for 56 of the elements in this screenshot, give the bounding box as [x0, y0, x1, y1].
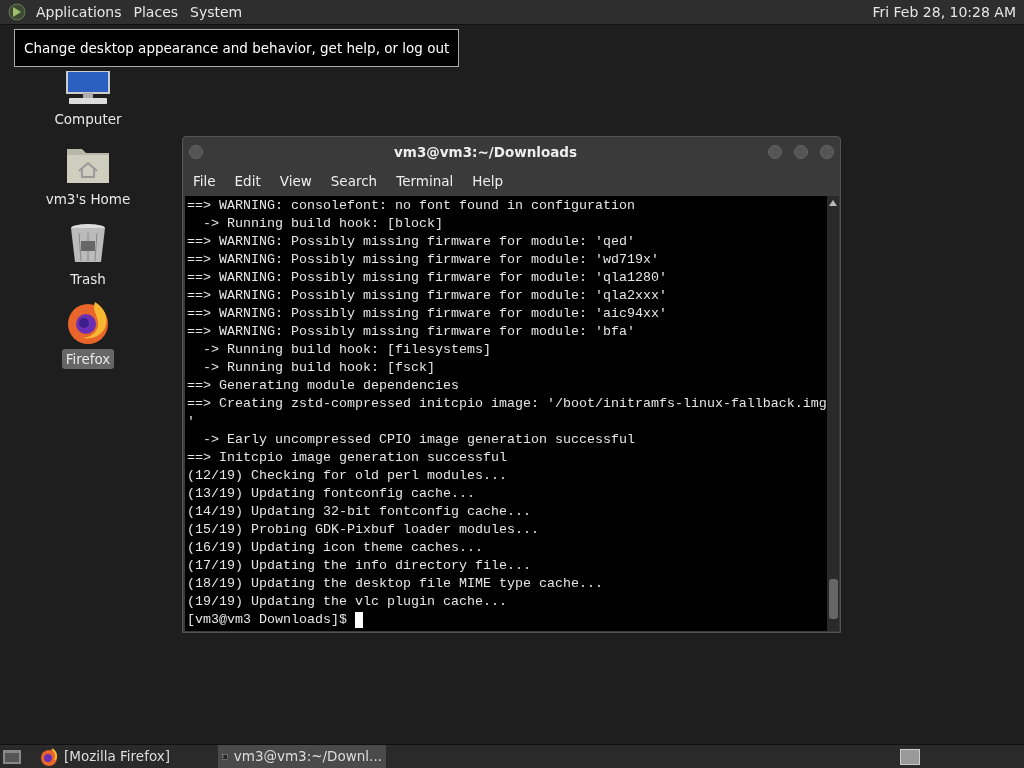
window-menu-button[interactable] — [189, 145, 203, 159]
menu-item[interactable]: Terminal — [396, 171, 454, 192]
terminal-line: (19/19) Updating the vlc plugin cache... — [187, 593, 508, 611]
taskbar-button[interactable]: vm3@vm3:~/Downl... — [218, 744, 386, 768]
show-desktop-icon[interactable] — [2, 747, 22, 766]
menu-item[interactable]: Search — [330, 171, 378, 192]
monitor-icon — [63, 70, 113, 105]
menu-item[interactable]: Applications — [36, 1, 122, 23]
terminal-line: (12/19) Checking for old perl modules... — [187, 467, 508, 485]
terminal-line: ==> WARNING: Possibly missing firmware for module: 'wd719x' — [187, 251, 660, 269]
terminal-line: (14/19) Updating 32-bit fontconfig cache... — [187, 503, 532, 521]
taskbar-button[interactable]: [Mozilla Firefox] — [36, 744, 204, 768]
terminal-line: -> Running build hook: [filesystems] — [202, 341, 492, 359]
terminal-line: -> Early uncompressed CPIO image generation successful — [202, 431, 636, 449]
minimize-button[interactable] — [768, 145, 782, 159]
terminal-line: ' — [187, 413, 196, 431]
maximize-button[interactable] — [794, 145, 808, 159]
terminal-line: -> Running build hook: [block] — [202, 215, 444, 233]
menu-item[interactable]: File — [193, 171, 216, 192]
window-title: vm3@vm3:~/Downloads — [393, 142, 578, 162]
terminal-line: ==> WARNING: Possibly missing firmware for module: 'bfa' — [187, 323, 636, 341]
text-cursor — [354, 612, 363, 628]
desktop-icon-label[interactable]: Firefox — [61, 348, 115, 369]
terminal-line: (16/19) Updating icon theme caches... — [187, 539, 484, 557]
workspace-switcher[interactable] — [900, 748, 920, 765]
scrollbar[interactable] — [827, 196, 839, 631]
trash-icon — [69, 222, 107, 265]
terminal-line: ==> WARNING: Possibly missing firmware for module: 'aic94xx' — [187, 305, 668, 323]
terminal-line: (15/19) Probing GDK-Pixbuf loader modules... — [187, 521, 540, 539]
terminal-line: ==> Generating module dependencies — [187, 377, 460, 395]
terminal-line: ==> WARNING: Possibly missing firmware for module: 'qla2xxx' — [187, 287, 668, 305]
logo-icon — [8, 3, 26, 21]
terminal-line: -> Running build hook: [fsck] — [202, 359, 436, 377]
menu-item[interactable]: Places — [133, 1, 179, 23]
terminal-line: ==> Initcpio image generation successful — [187, 449, 508, 467]
terminal-line: ==> WARNING: consolefont: no font found in configuration — [187, 197, 636, 215]
clock[interactable]: Fri Feb 28, 10:28 AM — [872, 1, 1016, 23]
terminal-line: (17/19) Updating the info directory file... — [187, 557, 532, 575]
terminal-line: (13/19) Updating fontconfig cache... — [187, 485, 476, 503]
firefox-icon — [40, 747, 58, 766]
scroll-thumb[interactable] — [828, 579, 838, 619]
menu-item[interactable]: System — [190, 1, 243, 23]
tooltip: Change desktop appearance and behavior, get help, or log out — [14, 29, 460, 68]
terminal-line: ==> WARNING: Possibly missing firmware for module: 'qed' — [187, 233, 636, 251]
close-button[interactable] — [820, 145, 834, 159]
terminal-line: (18/19) Updating the desktop file MIME type cache... — [187, 575, 604, 593]
prompt: [vm3@vm3 Downloads]$ — [187, 611, 348, 629]
menu-item[interactable]: View — [279, 171, 312, 192]
desktop-icon-label[interactable]: Computer — [54, 108, 122, 129]
desktop-icon-label[interactable]: Trash — [70, 268, 106, 289]
menu-item[interactable]: Help — [472, 171, 504, 192]
desktop-icon-label[interactable]: vm3's Home — [45, 188, 131, 209]
terminal-line: ==> Creating zstd-compressed initcpio image: '/boot/initramfs-linux-fallback.img — [187, 395, 827, 413]
menu-item[interactable]: Edit — [234, 171, 261, 192]
scroll-up-arrow-icon[interactable] — [829, 200, 837, 206]
terminal-line: ==> WARNING: Possibly missing firmware for module: 'qla1280' — [187, 269, 668, 287]
